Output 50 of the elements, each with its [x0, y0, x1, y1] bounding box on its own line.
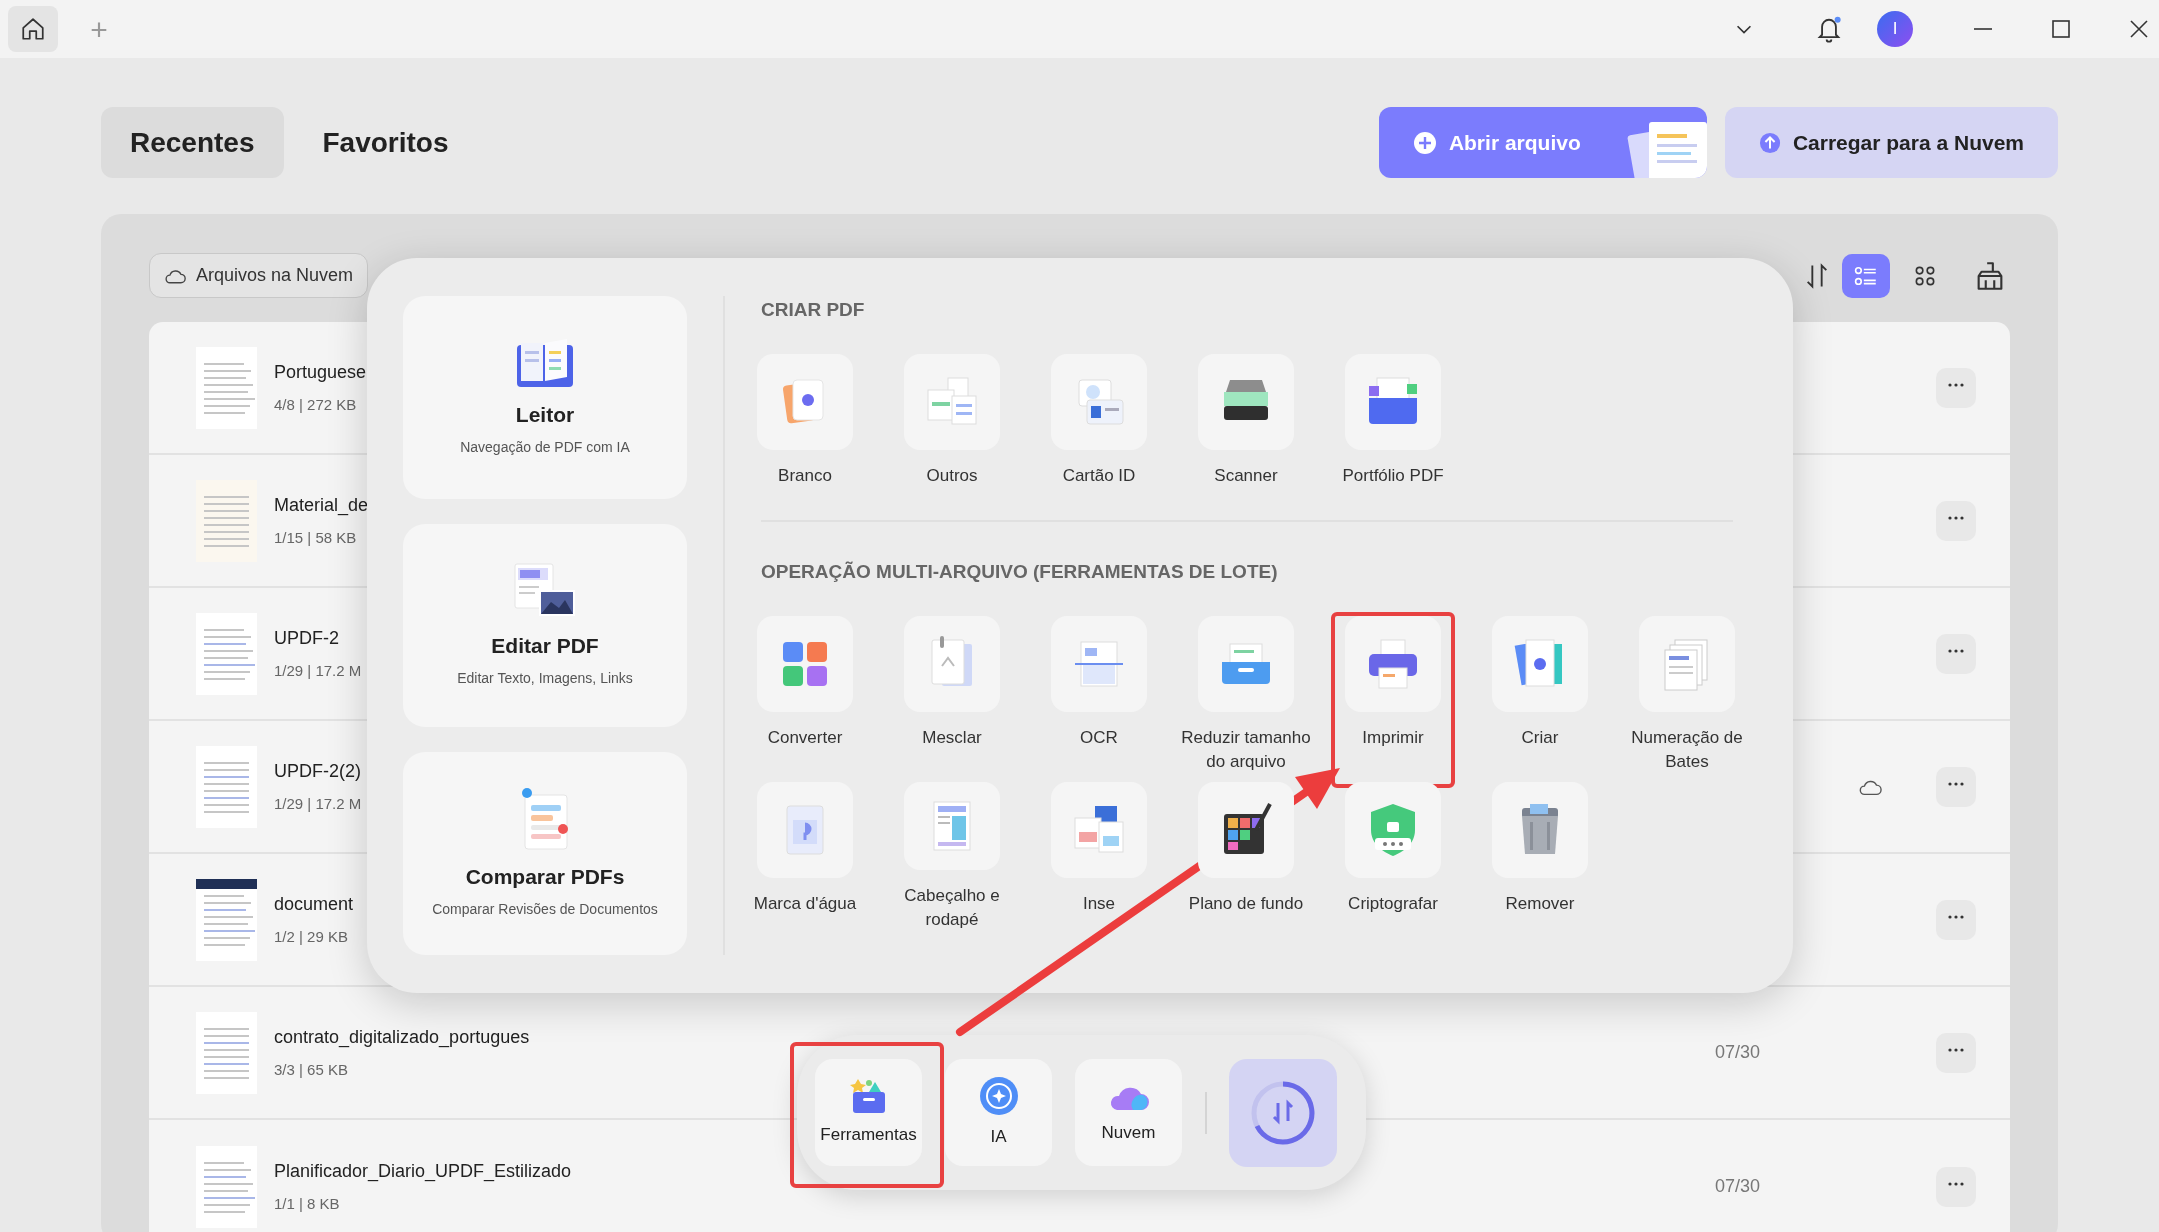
more-icon	[1948, 1182, 1964, 1187]
more-icon	[1948, 915, 1964, 920]
more-icon	[1948, 1048, 1964, 1053]
maximize-icon[interactable]	[2049, 17, 2073, 41]
cloud-files-filter[interactable]: Arquivos na Nuvem	[149, 253, 369, 298]
file-name: Planificador_Diario_UPDF_Estilizado	[274, 1159, 572, 1184]
upload-circle-icon	[1758, 131, 1781, 154]
file-date: 07/30	[1713, 1175, 1760, 1198]
home-icon	[20, 16, 46, 42]
avatar-button[interactable]: I	[1877, 11, 1913, 47]
file-info: 1/15 | 58 KB	[274, 527, 358, 548]
dock-item[interactable]: IA	[945, 1059, 1052, 1166]
file-name: UPDF-2	[274, 626, 340, 650]
upload-cloud-button[interactable]: Carregar para a Nuvem	[1724, 107, 2058, 178]
file-info: 3/3 | 65 KB	[274, 1059, 349, 1080]
dock-item[interactable]: Ferramentas	[815, 1059, 922, 1166]
file-date: 07/30	[1713, 1041, 1760, 1064]
more-icon	[1948, 649, 1964, 654]
book-icon	[515, 337, 575, 390]
file-name: Portuguese	[274, 360, 367, 384]
file-info: 1/2 | 29 KB	[274, 926, 349, 947]
list-view-button[interactable]	[1842, 253, 1890, 298]
tool-tile[interactable]: Numeração de Bates	[1617, 616, 1757, 782]
section-heading: OPERAÇÃO MULTI-ARQUIVO (FERRAMENTAS DE LOTE)	[760, 560, 1279, 584]
file-info: 1/29 | 17.2 M	[274, 660, 362, 681]
sync-button[interactable]	[1229, 1058, 1337, 1167]
file-name: UPDF-2(2)	[274, 759, 362, 783]
tab[interactable]: Recentes	[101, 107, 284, 178]
ai-orb-icon	[978, 1075, 1019, 1116]
file-name: contrato_digitalizado_portugues	[274, 1025, 530, 1050]
feature-card[interactable]: Comparar PDFs Comparar Revisões de Documentos	[403, 752, 687, 955]
feature-card[interactable]: Leitor Navegação de PDF com IA	[403, 296, 687, 499]
more-icon	[1948, 782, 1964, 787]
file-info: 1/1 | 8 KB	[274, 1193, 341, 1214]
tool-tile[interactable]: Cabeçalho e rodapé	[882, 782, 1022, 932]
more-icon	[1948, 383, 1964, 388]
feature-card[interactable]: Editar PDF Editar Texto, Imagens, Links	[403, 524, 687, 727]
bell-icon[interactable]	[1815, 14, 1843, 44]
compare-document-icon	[519, 787, 571, 852]
section-heading: CRIAR PDF	[760, 298, 866, 322]
tab[interactable]: Favoritos	[293, 107, 478, 178]
file-name: Material_de	[274, 493, 369, 518]
file-info: 4/8 | 272 KB	[274, 394, 358, 415]
dock-item[interactable]: Nuvem	[1075, 1059, 1182, 1166]
tool-tile[interactable]: Reduzir tamanho do arquivo	[1176, 616, 1316, 782]
file-info: 1/29 | 17.2 M	[274, 793, 362, 814]
plus-circle-icon	[1412, 130, 1437, 155]
file-name: document	[274, 892, 354, 916]
more-icon	[1948, 516, 1964, 521]
home-tab[interactable]	[8, 6, 58, 52]
